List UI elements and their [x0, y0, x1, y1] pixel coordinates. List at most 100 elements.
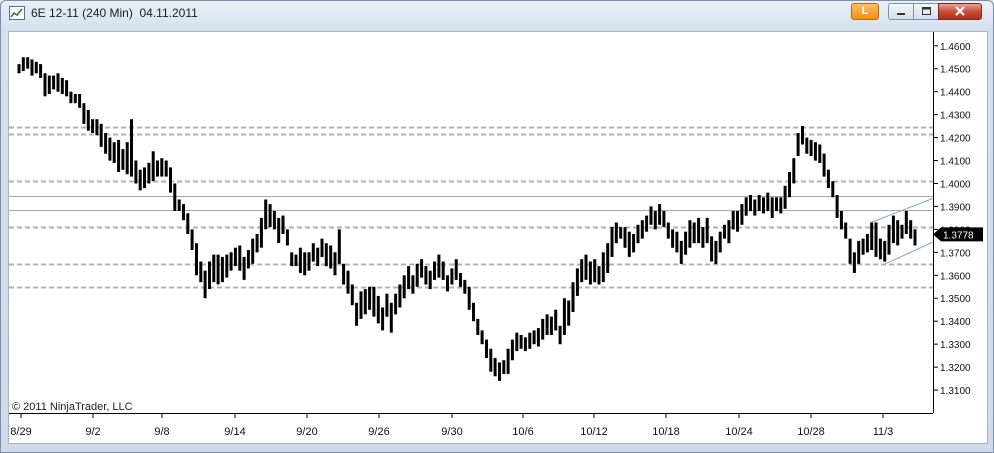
price-bar	[588, 261, 592, 285]
chart-panel[interactable]: 1.4600 1.4500 1.4400 1.4300 1.4200 1.4100 1.40…	[8, 31, 988, 444]
minimize-button[interactable]	[888, 3, 914, 20]
link-button[interactable]: L	[851, 3, 879, 20]
price-bar	[883, 240, 887, 262]
price-bar	[545, 314, 549, 335]
price-bar	[891, 215, 895, 244]
price-bar	[649, 206, 653, 225]
price-bar	[606, 243, 610, 273]
y-tick-label: 1.4400	[940, 88, 971, 99]
price-bar	[835, 195, 839, 218]
price-bar	[216, 254, 220, 285]
price-bar	[104, 133, 108, 154]
y-tick-label: 1.4600	[940, 42, 971, 53]
price-bar	[688, 220, 692, 248]
price-bar	[671, 229, 675, 248]
minimize-icon	[897, 13, 905, 15]
price-bar	[515, 332, 519, 352]
price-bar	[376, 295, 380, 324]
price-bar	[857, 240, 861, 264]
price-bar	[506, 348, 510, 374]
x-tick-label: 9/8	[154, 426, 169, 438]
price-bar	[796, 133, 800, 156]
x-tick-label: 10/18	[652, 426, 680, 438]
price-bar	[874, 222, 878, 257]
price-bar	[640, 220, 644, 239]
x-tick-label: 10/6	[512, 426, 533, 438]
price-bar	[454, 259, 458, 280]
price-bar	[134, 160, 138, 184]
price-bar	[571, 282, 575, 312]
title-bar[interactable]: 6E 12-11 (240 Min) 04.11.2011 L	[1, 1, 993, 25]
maximize-button[interactable]	[913, 3, 939, 20]
price-bar	[307, 252, 311, 271]
price-bar	[398, 284, 402, 308]
price-bar	[684, 231, 688, 255]
price-bar	[697, 217, 701, 244]
x-tick-label: 10/24	[725, 426, 753, 438]
price-bar	[459, 273, 462, 287]
price-bar	[472, 302, 475, 322]
price-bar	[69, 91, 73, 104]
price-bar	[710, 236, 714, 262]
price-bar	[528, 332, 532, 349]
price-bar	[147, 162, 151, 184]
price-bar	[229, 252, 233, 271]
y-tick-label: 1.3900	[940, 202, 971, 213]
price-bar	[632, 234, 636, 253]
price-bar	[692, 222, 696, 244]
price-chart[interactable]: 1.4600 1.4500 1.4400 1.4300 1.4200 1.4100 1.40…	[9, 32, 987, 443]
price-bar	[636, 224, 640, 244]
y-tick-label: 1.4500	[940, 65, 971, 76]
y-tick-label: 1.3300	[940, 340, 971, 351]
price-bar	[17, 64, 21, 74]
price-bar	[242, 256, 246, 280]
price-bar	[329, 245, 333, 269]
price-bar	[441, 261, 445, 280]
price-bar	[558, 325, 562, 345]
price-bar	[255, 234, 259, 253]
price-bar	[225, 254, 229, 278]
x-tick-label: 10/28	[797, 426, 825, 438]
x-tick-label: 9/14	[224, 426, 245, 438]
price-bar	[424, 266, 428, 285]
price-bar	[182, 204, 185, 221]
price-bar	[896, 220, 900, 246]
price-bar	[121, 149, 125, 170]
price-bar	[21, 57, 25, 71]
price-bar	[173, 183, 177, 211]
x-tick-label: 9/20	[296, 426, 317, 438]
price-bar	[143, 167, 146, 189]
price-bar	[212, 254, 216, 283]
price-bar	[238, 245, 242, 271]
price-bar	[480, 330, 484, 345]
chart-window: 6E 12-11 (240 Min) 04.11.2011 L 1.4600 1.…	[0, 0, 994, 453]
price-bar	[788, 172, 791, 198]
close-button[interactable]	[938, 3, 982, 20]
price-bar	[601, 252, 605, 283]
price-bar	[519, 335, 523, 349]
price-bar	[770, 197, 774, 218]
y-tick-label: 1.3600	[940, 271, 971, 282]
price-bar	[792, 158, 796, 184]
price-bar	[597, 266, 601, 285]
price-bar	[775, 197, 778, 212]
price-bar	[801, 126, 804, 145]
price-bar	[887, 224, 891, 255]
price-bar	[658, 204, 662, 225]
y-tick-label: 1.4100	[940, 157, 971, 168]
plot-area[interactable]	[9, 32, 933, 413]
price-bar	[73, 94, 77, 104]
price-bar	[199, 261, 203, 283]
price-bar	[130, 119, 133, 177]
price-bar	[56, 73, 60, 92]
y-tick-label: 1.4000	[940, 180, 971, 191]
price-bar	[731, 211, 735, 230]
price-bar	[407, 266, 411, 290]
y-tick-label: 1.3100	[940, 386, 971, 397]
price-bar	[813, 142, 817, 161]
price-bar	[186, 213, 190, 234]
price-bar	[493, 357, 497, 377]
price-bar	[852, 252, 856, 273]
price-bar	[437, 254, 441, 278]
price-bar	[34, 61, 38, 74]
